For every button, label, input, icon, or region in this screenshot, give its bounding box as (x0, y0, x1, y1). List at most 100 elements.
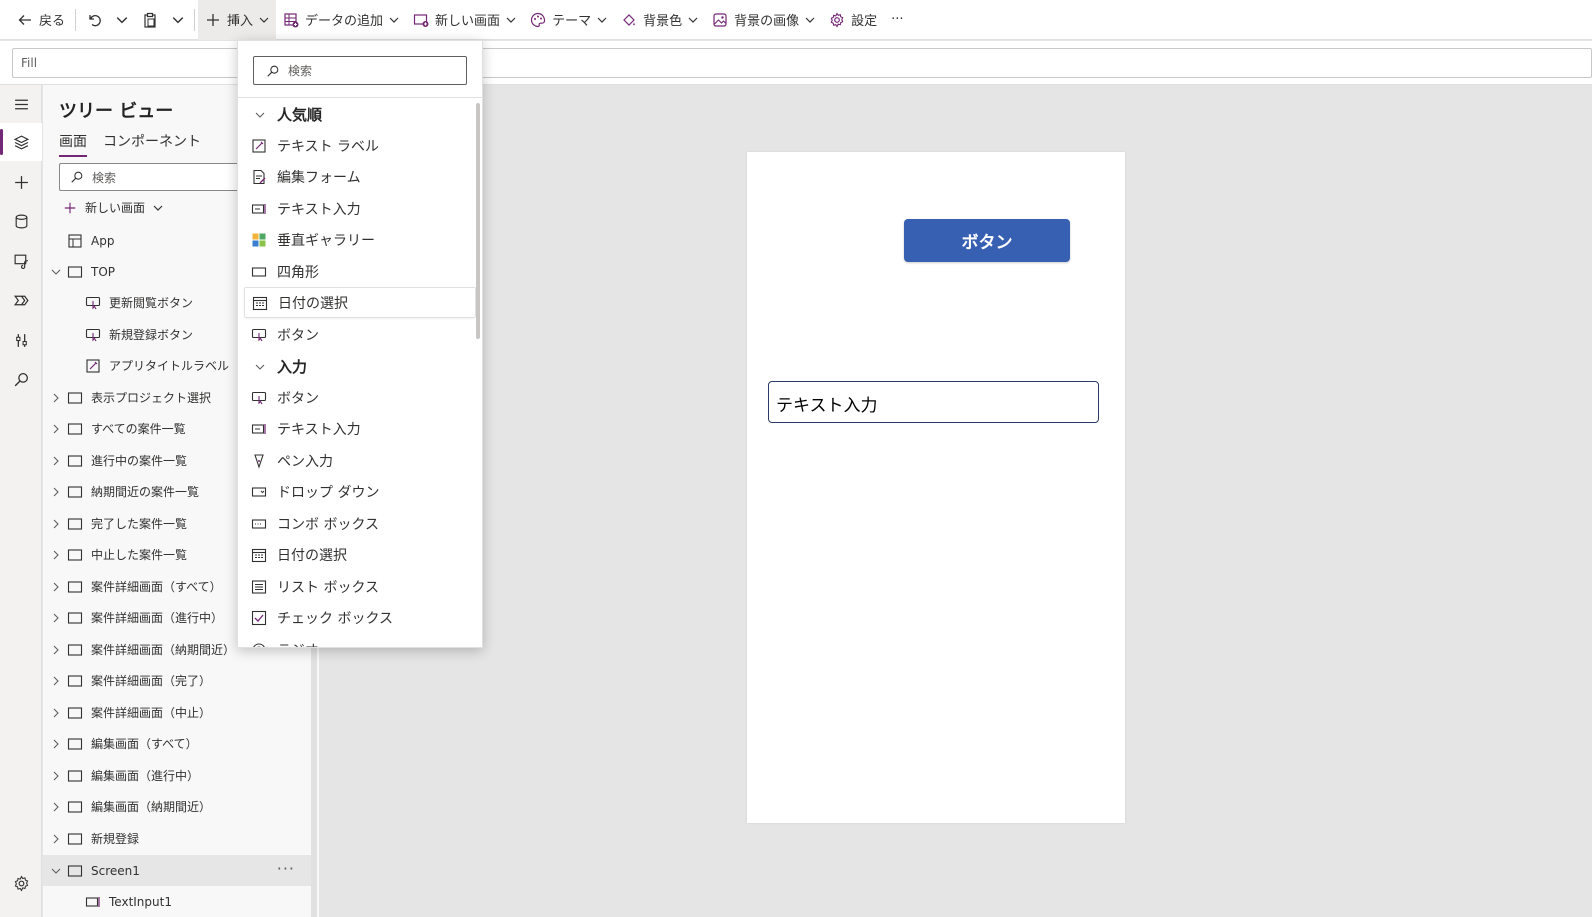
insert-item-checkbox[interactable]: チェック ボックス (244, 602, 476, 633)
theme-button[interactable]: テーマ (523, 0, 614, 40)
new-screen-button[interactable]: 新しい画面 (406, 0, 523, 40)
chevron-right-icon[interactable] (51, 582, 61, 592)
insert-item-label: 日付の選択 (277, 547, 347, 564)
chevron-down-icon[interactable] (51, 866, 61, 876)
label-control-icon (86, 358, 100, 373)
insert-item-list-box[interactable]: リスト ボックス (244, 571, 476, 602)
form-icon (253, 169, 266, 184)
insert-item-rectangle[interactable]: 四角形 (244, 256, 476, 287)
tree-view-button[interactable] (0, 123, 42, 161)
add-data-button[interactable]: データの追加 (276, 0, 406, 40)
screen-icon (67, 864, 83, 877)
tree-item-screen[interactable]: 編集画面（進行中） (43, 760, 311, 791)
chevron-right-icon[interactable] (51, 613, 61, 623)
app-screen-canvas[interactable]: ボタン テキスト入力 (747, 152, 1125, 823)
insert-rail-button[interactable] (0, 163, 42, 201)
tab-components[interactable]: コンポーネント (103, 131, 201, 157)
chevron-right-icon[interactable] (51, 550, 61, 560)
insert-item-button[interactable]: ボタン (244, 382, 476, 413)
text-input-control-icon (85, 896, 100, 907)
chevron-right-icon[interactable] (51, 487, 61, 497)
chevron-right-icon[interactable] (51, 834, 61, 844)
background-image-button[interactable]: 背景の画像 (705, 0, 822, 40)
chevron-down-icon[interactable] (51, 267, 61, 277)
insert-item-text-input[interactable]: テキスト入力 (244, 413, 476, 444)
background-color-button[interactable]: 背景色 (614, 0, 705, 40)
tree-item-label: 案件詳細画面（納期間近） (91, 643, 236, 657)
insert-category-popular[interactable]: 人気順 (238, 99, 476, 130)
media-rail-button[interactable] (0, 241, 42, 279)
chevron-right-icon[interactable] (51, 456, 61, 466)
insert-item-vertical-gallery[interactable]: 垂直ギャラリー (244, 224, 476, 255)
chevron-right-icon[interactable] (51, 739, 61, 749)
chevron-right-icon[interactable] (51, 771, 61, 781)
tree-new-screen-button[interactable]: 新しい画面 (63, 199, 163, 216)
settings-button[interactable]: 設定 (822, 0, 884, 40)
insert-item-date-picker[interactable]: 日付の選択 (244, 287, 476, 318)
undo-icon (89, 14, 101, 26)
insert-item-text-label[interactable]: テキスト ラベル (244, 130, 476, 161)
screen-icon (67, 517, 83, 530)
tree-item-screen[interactable]: 編集画面（納期間近） (43, 791, 311, 822)
insert-search-input[interactable]: 検索 (253, 56, 467, 85)
advanced-tools-rail-button[interactable] (0, 321, 42, 359)
screen-icon (67, 737, 83, 750)
tree-item-label: 進行中の案件一覧 (91, 454, 188, 468)
insert-category-input[interactable]: 入力 (238, 351, 476, 382)
tools-icon (15, 333, 27, 347)
tree-new-screen-label: 新しい画面 (85, 201, 146, 215)
tree-item-screen[interactable]: 編集画面（すべて） (43, 728, 311, 759)
tree-item-control[interactable]: TextInput1 (43, 886, 311, 917)
chevron-right-icon[interactable] (51, 708, 61, 718)
tab-screens[interactable]: 画面 (59, 131, 87, 157)
canvas-text-input-control[interactable]: テキスト入力 (768, 381, 1099, 423)
paste-button[interactable] (135, 0, 165, 40)
power-automate-rail-button[interactable] (0, 281, 42, 319)
insert-item-text-input[interactable]: テキスト入力 (244, 193, 476, 224)
rectangle-icon (251, 266, 267, 277)
screen-icon (67, 548, 83, 561)
tree-item-label: TextInput1 (109, 894, 172, 909)
tree-view-tabs: 画面 コンポーネント (59, 131, 201, 157)
insert-item-button[interactable]: ボタン (244, 319, 476, 350)
insert-item-label: テキスト入力 (277, 201, 361, 218)
button-control-icon (85, 328, 101, 341)
insert-menu-button[interactable]: 挿入 (198, 0, 277, 40)
undo-dropdown-button[interactable] (109, 0, 135, 40)
tree-search-placeholder: 検索 (92, 170, 117, 185)
canvas-button-control[interactable]: ボタン (904, 219, 1070, 262)
insert-item-radio[interactable]: ラジオ (244, 634, 476, 647)
chevron-right-icon[interactable] (51, 424, 61, 434)
tree-item-screen[interactable]: 案件詳細画面（完了） (43, 665, 311, 696)
chevron-right-icon[interactable] (51, 802, 61, 812)
chevron-right-icon[interactable] (51, 519, 61, 529)
insert-item-pen-input[interactable]: ペン入力 (244, 445, 476, 476)
more-commands-button[interactable]: ··· (884, 0, 910, 40)
new-screen-label: 新しい画面 (435, 14, 501, 29)
paste-dropdown-button[interactable] (165, 0, 191, 40)
search-rail-button[interactable] (0, 360, 42, 398)
chevron-down-icon (255, 364, 265, 370)
tree-item-label: アプリタイトルラベル (109, 359, 230, 373)
insert-item-edit-form[interactable]: 編集フォーム (244, 161, 476, 192)
more-options-button[interactable]: ··· (277, 859, 295, 878)
chevron-right-icon[interactable] (51, 645, 61, 655)
back-button[interactable]: 戻る (10, 0, 72, 40)
insert-category-label: 入力 (277, 358, 308, 376)
chevron-right-icon[interactable] (51, 676, 61, 686)
data-rail-button[interactable] (0, 202, 42, 240)
tree-item-screen[interactable]: 新規登録 (43, 823, 311, 854)
insert-panel-scrollbar[interactable] (476, 103, 480, 339)
hamburger-menu-button[interactable] (0, 85, 42, 123)
insert-item-date-picker[interactable]: 日付の選択 (244, 539, 476, 570)
undo-button[interactable] (79, 0, 109, 40)
listbox-control-icon (251, 579, 267, 594)
tree-item-screen[interactable]: 案件詳細画面（中止） (43, 697, 311, 728)
insert-item-combo-box[interactable]: コンボ ボックス (244, 508, 476, 539)
chevron-right-icon[interactable] (51, 393, 61, 403)
insert-item-label: ドロップ ダウン (277, 484, 380, 501)
insert-item-dropdown[interactable]: ドロップ ダウン (244, 476, 476, 507)
chevron-down-icon (389, 17, 399, 23)
tree-item-screen-selected[interactable]: Screen1 ··· (43, 855, 311, 886)
settings-rail-button[interactable] (0, 864, 42, 902)
